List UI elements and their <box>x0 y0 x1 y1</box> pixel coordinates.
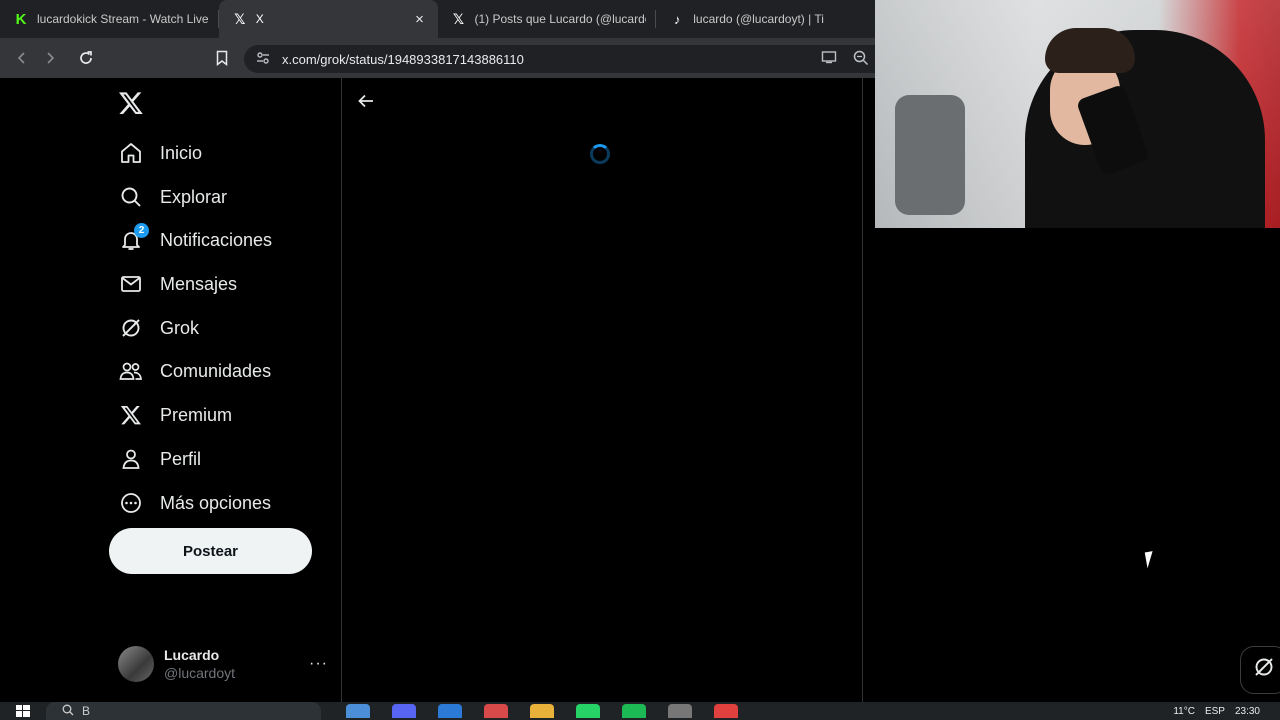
avatar <box>118 646 154 682</box>
taskbar-app-icon[interactable] <box>392 704 416 718</box>
sidebar-item-grok[interactable]: Grok <box>118 313 199 343</box>
person-icon <box>118 446 144 472</box>
more-circle-icon <box>118 490 144 516</box>
people-icon <box>118 358 144 384</box>
kick-icon: K <box>15 10 27 28</box>
taskbar-app-icon[interactable] <box>668 704 692 718</box>
notification-badge: 2 <box>134 223 149 238</box>
bell-icon: 2 <box>118 223 149 253</box>
x-logo-icon: 𝕏 <box>452 10 465 27</box>
tab-tiktok[interactable]: ♪ lucardo (@lucardoyt) | Ti <box>656 0 875 38</box>
weather-text[interactable]: 11°C <box>1173 706 1195 717</box>
account-handle: @lucardoyt <box>164 665 236 681</box>
sidebar-item-label: Más opciones <box>160 492 272 513</box>
account-name: Lucardo <box>164 647 220 663</box>
taskbar-app-icon[interactable] <box>530 704 554 718</box>
sidebar-item-label: Comunidades <box>160 360 272 381</box>
reload-icon[interactable] <box>72 44 100 72</box>
language-indicator[interactable]: ESP <box>1205 706 1225 717</box>
windows-taskbar: B 11°C ESP 23:30 <box>0 702 1280 720</box>
sidebar-item-label: Inicio <box>160 142 203 163</box>
windows-start-icon[interactable] <box>0 702 46 720</box>
tiktok-icon: ♪ <box>674 11 681 27</box>
sidebar-item-label: Premium <box>160 404 233 425</box>
taskbar-app-icon[interactable] <box>622 704 646 718</box>
cast-icon[interactable] <box>821 50 837 69</box>
clock[interactable]: 23:30 <box>1235 706 1260 717</box>
grok-icon <box>1252 655 1276 685</box>
sidebar-item-label: Grok <box>160 317 200 338</box>
url-text[interactable]: x.com/grok/status/1948933817143886110 <box>282 52 821 67</box>
sidebar-item-inicio[interactable]: Inicio <box>118 138 202 168</box>
taskbar-app-icon[interactable] <box>438 704 462 718</box>
sidebar-item-label: Notificaciones <box>160 229 273 250</box>
taskbar-app-icon[interactable] <box>346 704 370 718</box>
left-sidebar: Inicio Explorar 2 Notificaciones Mensaje… <box>0 78 342 702</box>
streamer-hair <box>1045 28 1135 73</box>
sidebar-item-perfil[interactable]: Perfil <box>118 444 201 474</box>
search-icon <box>62 704 74 719</box>
tab-kick-stream[interactable]: K lucardokick Stream - Watch Live on K <box>0 0 219 38</box>
sidebar-item-label: Mensajes <box>160 273 238 294</box>
browser-tab-strip: K lucardokick Stream - Watch Live on K 𝕏… <box>0 0 875 38</box>
tab-title: lucardo (@lucardoyt) | Ti <box>693 12 824 26</box>
x-logo-icon: 𝕏 <box>234 10 246 27</box>
site-settings-icon[interactable] <box>256 51 272 68</box>
grok-floating-button[interactable] <box>1240 646 1280 694</box>
back-arrow-icon[interactable] <box>8 44 36 72</box>
mouse-cursor-icon <box>1144 549 1164 569</box>
sidebar-item-mas-opciones[interactable]: Más opciones <box>118 488 271 518</box>
forward-arrow-icon[interactable] <box>36 44 64 72</box>
grok-icon <box>118 315 144 341</box>
home-icon <box>118 140 144 166</box>
sidebar-item-premium[interactable]: Premium <box>118 400 232 430</box>
tab-title: lucardokick Stream - Watch Live on K <box>37 12 209 26</box>
tab-x-active[interactable]: 𝕏 X × <box>218 0 438 38</box>
more-horizontal-icon[interactable]: ··· <box>309 655 328 673</box>
mail-icon <box>118 271 144 297</box>
taskbar-search-text: B <box>82 704 91 718</box>
sidebar-item-label: Explorar <box>160 186 228 207</box>
sidebar-item-mensajes[interactable]: Mensajes <box>118 269 237 299</box>
webcam-overlay <box>875 0 1280 228</box>
post-button[interactable]: Postear <box>109 528 312 574</box>
taskbar-app-icon[interactable] <box>484 704 508 718</box>
tab-x-posts[interactable]: 𝕏 (1) Posts que Lucardo (@lucardoyt) h <box>438 0 657 38</box>
taskbar-app-icon[interactable] <box>576 704 600 718</box>
address-bar[interactable]: x.com/grok/status/1948933817143886110 <box>244 45 875 73</box>
sidebar-item-explorar[interactable]: Explorar <box>118 182 227 212</box>
x-logo-icon[interactable] <box>118 90 146 118</box>
zoom-icon[interactable] <box>853 50 869 69</box>
main-column <box>342 78 863 702</box>
tab-title: (1) Posts que Lucardo (@lucardoyt) h <box>474 12 647 26</box>
browser-toolbar: x.com/grok/status/1948933817143886110 <box>0 38 875 78</box>
x-logo-icon <box>118 402 144 428</box>
taskbar-search[interactable]: B <box>46 702 321 720</box>
back-arrow-icon[interactable] <box>355 90 377 112</box>
gaming-chair <box>895 95 965 215</box>
sidebar-item-notificaciones[interactable]: 2 Notificaciones <box>118 223 273 255</box>
system-tray: 11°C ESP 23:30 <box>1173 706 1280 717</box>
taskbar-app-icon[interactable] <box>714 704 738 718</box>
x-app: Inicio Explorar 2 Notificaciones Mensaje… <box>0 78 875 702</box>
sidebar-item-label: Perfil <box>160 448 202 469</box>
tab-title: X <box>255 12 264 26</box>
account-switcher[interactable]: Lucardo @lucardoyt ··· <box>118 644 328 684</box>
search-icon <box>118 184 144 210</box>
close-tab-icon[interactable]: × <box>412 11 428 28</box>
sidebar-item-comunidades[interactable]: Comunidades <box>118 356 271 386</box>
loading-spinner <box>590 144 610 164</box>
bookmark-icon[interactable] <box>208 44 236 72</box>
